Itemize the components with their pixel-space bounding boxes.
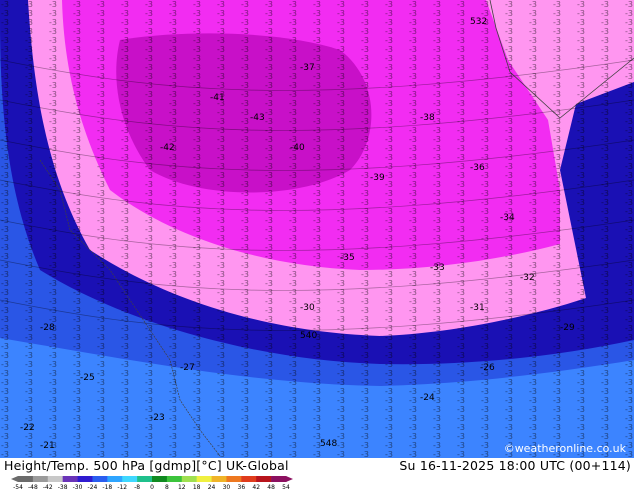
scale-swatch <box>107 476 123 482</box>
scale-swatch <box>92 476 108 482</box>
temperature-label: -36 <box>470 163 485 173</box>
scale-tick-label: -18 <box>102 484 112 490</box>
temperature-label: -43 <box>250 113 265 123</box>
temperature-label: -42 <box>160 143 175 153</box>
scale-swatch <box>271 476 287 482</box>
scale-tick-label: 36 <box>238 484 246 490</box>
temperature-label: -40 <box>290 143 305 153</box>
scale-arrow-left <box>11 476 18 482</box>
temperature-label: -39 <box>370 173 385 183</box>
temperature-label: -25 <box>80 373 95 383</box>
temperature-label: -23 <box>150 413 165 423</box>
scale-tick-label: -38 <box>58 484 68 490</box>
scale-tick-label: -8 <box>134 484 140 490</box>
color-scale: -54 -48 -42 -38 -30 -24 -18 -12 -8 0 8 12 18 24 30 36 42… <box>11 476 293 490</box>
scale-swatch <box>137 476 153 482</box>
scale-swatch <box>241 476 257 482</box>
scale-tick-label: 12 <box>178 484 186 490</box>
scale-swatch <box>47 476 63 482</box>
temperature-label: -41 <box>210 93 225 103</box>
temperature-label: -29 <box>560 323 575 333</box>
scale-tick-label: -42 <box>43 484 53 490</box>
temperature-label: -33 <box>430 263 445 273</box>
temperature-label: -34 <box>500 213 515 223</box>
scale-swatch <box>256 476 272 482</box>
scale-swatch <box>77 476 93 482</box>
scale-swatch <box>181 476 197 482</box>
scale-tick-label: 48 <box>267 484 275 490</box>
scale-tick-label: 54 <box>282 484 290 490</box>
scale-tick-label: -24 <box>88 484 98 490</box>
scale-swatch <box>152 476 168 482</box>
scale-tick-label: 18 <box>193 484 201 490</box>
temperature-label: -21 <box>40 441 55 451</box>
scale-tick-label: 24 <box>208 484 216 490</box>
temperature-label: -37 <box>300 63 315 73</box>
scale-swatch <box>166 476 183 482</box>
scale-tick-label: 42 <box>252 484 260 490</box>
scale-swatch <box>226 476 242 482</box>
scale-swatch <box>196 476 212 482</box>
height-label-532: 532 <box>470 17 487 27</box>
scale-tick-label: -30 <box>73 484 83 490</box>
temperature-label: -28 <box>40 323 55 333</box>
scale-tick-label: -54 <box>13 484 23 490</box>
map-title: Height/Temp. 500 hPa [gdmp][°C] UK-Globa… <box>4 458 289 473</box>
scale-tick-label: -48 <box>28 484 38 490</box>
temperature-label: -30 <box>300 303 315 313</box>
valid-time: Su 16-11-2025 18:00 UTC (00+114) <box>399 458 631 473</box>
scale-tick-label: -12 <box>117 484 127 490</box>
credit-text: ©weatheronline.co.uk <box>503 442 626 455</box>
scale-swatch <box>62 476 78 482</box>
scale-tick-label: 8 <box>165 484 169 490</box>
scale-swatch <box>18 476 34 482</box>
temperature-label: -31 <box>470 303 485 313</box>
height-label-540: 540 <box>300 331 317 341</box>
bottom-bar: ©weatheronline.co.uk Height/Temp. 500 hP… <box>0 442 634 490</box>
scale-swatch <box>211 476 227 482</box>
temperature-label: -24 <box>420 393 435 403</box>
scale-swatch <box>122 476 138 482</box>
temperature-label: -35 <box>340 253 355 263</box>
temperature-label: -32 <box>520 273 535 283</box>
scale-arrow-right <box>286 476 293 482</box>
scale-tick-label: 0 <box>150 484 154 490</box>
temperature-label: -22 <box>20 423 35 433</box>
scale-swatch <box>32 476 49 482</box>
temperature-label: -26 <box>480 363 495 373</box>
height-label-548: 548 <box>320 439 337 449</box>
temperature-label: -27 <box>180 363 195 373</box>
weather-map: -3 532 540 548 -43 -42 -41 -40 -39 -38 -… <box>0 0 634 458</box>
temperature-label: -38 <box>420 113 435 123</box>
scale-tick-label: 30 <box>223 484 231 490</box>
